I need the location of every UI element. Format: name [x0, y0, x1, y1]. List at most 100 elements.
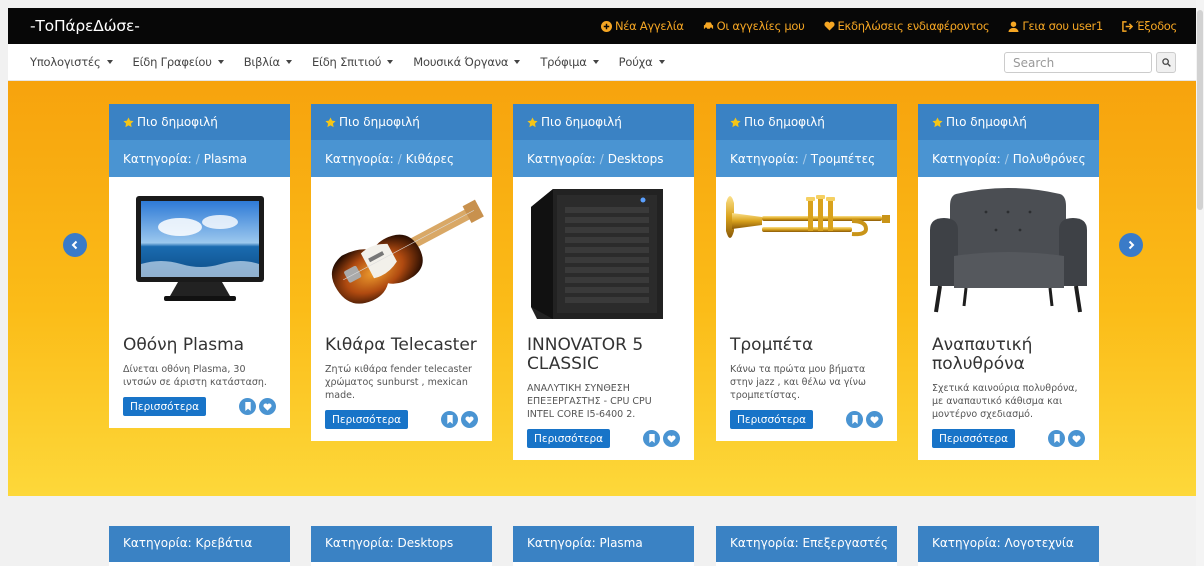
search-button[interactable] [1156, 52, 1176, 73]
category-clothes[interactable]: Ρούχα [619, 55, 665, 69]
caret-down-icon [217, 60, 224, 64]
category-link[interactable]: Desktops [608, 152, 664, 166]
more-button[interactable]: Περισσότερα [123, 397, 207, 416]
product-actions: Περισσότερα [109, 389, 290, 428]
category-computers-label: Υπολογιστές [30, 55, 101, 69]
lower-card-header[interactable]: Κατηγορία: Επεξεργαστές [716, 526, 897, 566]
category-separator: / [1004, 151, 1009, 166]
action-icons [239, 398, 276, 415]
category-header: Κατηγορία: / Τρομπέτες [716, 140, 897, 177]
popular-label: Πιο δημοφιλή [339, 115, 420, 129]
category-link[interactable]: Πολυθρόνες [1013, 152, 1086, 166]
product-title[interactable]: INNOVATOR 5 CLASSIC [513, 322, 694, 374]
bookmark-button[interactable] [239, 398, 256, 415]
star-icon [730, 116, 741, 127]
bookmark-icon [1053, 434, 1060, 443]
category-office-label: Είδη Γραφείου [132, 55, 212, 69]
user-greeting-link[interactable]: Γεια σου user1 [1008, 19, 1103, 33]
product-actions: Περισσότερα [513, 421, 694, 460]
action-icons [1048, 430, 1085, 447]
desktop-tower-image[interactable] [513, 177, 694, 322]
more-button[interactable]: Περισσότερα [527, 429, 611, 448]
caret-down-icon [387, 60, 394, 64]
lower-card-category: Κατηγορία: Desktops [325, 536, 454, 550]
category-food[interactable]: Τρόφιμα [540, 55, 599, 69]
category-home[interactable]: Είδη Σπιτιού [312, 55, 394, 69]
category-link[interactable]: Τρομπέτες [811, 152, 875, 166]
favorite-button[interactable] [663, 430, 680, 447]
caret-down-icon [106, 60, 113, 64]
lower-card-header[interactable]: Κατηγορία: Desktops [311, 526, 492, 566]
category-prefix: Κατηγορία: [730, 151, 799, 166]
bookmark-icon [244, 402, 251, 411]
lower-card-category: Κατηγορία: Κρεβάτια [123, 536, 253, 550]
star-icon [932, 116, 943, 127]
category-separator: / [599, 151, 604, 166]
my-ads-link[interactable]: Οι αγγελίες μου [703, 19, 805, 33]
logout-icon [1122, 20, 1133, 32]
bookmark-button[interactable] [643, 430, 660, 447]
category-link[interactable]: Plasma [204, 152, 247, 166]
star-icon [527, 116, 538, 127]
plasma-tv-image[interactable] [109, 177, 290, 322]
product-card: Πιο δημοφιλή Κατηγορία: / Desktops INNOV… [513, 104, 694, 460]
plus-circle-icon [600, 20, 612, 32]
product-title[interactable]: Οθόνη Plasma [109, 322, 290, 355]
category-clothes-label: Ρούχα [618, 55, 653, 69]
popular-header: Πιο δημοφιλή [109, 104, 290, 140]
heart-icon [1072, 435, 1081, 443]
category-instruments-label: Μουσικά Όργανα [413, 55, 509, 69]
bookmark-button[interactable] [846, 411, 863, 428]
popular-label: Πιο δημοφιλή [744, 115, 825, 129]
action-icons [643, 430, 680, 447]
guitar-image[interactable] [311, 177, 492, 322]
product-description: Ζητώ κιθάρα fender telecaster χρώματος s… [325, 364, 472, 401]
lower-card-header[interactable]: Κατηγορία: Κρεβάτια [109, 526, 290, 566]
product-description: Σχετικά καινούρια πολυθρόνα, με αναπαυτι… [932, 383, 1078, 420]
brand-logo[interactable]: -ΤοΠάρεΔώσε- [8, 17, 140, 35]
category-office[interactable]: Είδη Γραφείου [133, 55, 224, 69]
bookmark-icon [851, 415, 858, 424]
category-separator: / [195, 151, 200, 166]
page-scrollbar[interactable] [1196, 0, 1204, 566]
search-input[interactable] [1004, 52, 1152, 73]
favorite-button[interactable] [461, 411, 478, 428]
product-card: Πιο δημοφιλή Κατηγορία: / Κιθάρες Κιθάρα… [311, 104, 492, 441]
logout-link[interactable]: Έξοδος [1122, 19, 1177, 33]
new-ad-link[interactable]: Νέα Αγγελία [600, 19, 684, 33]
armchair-image[interactable] [918, 177, 1099, 322]
category-computers[interactable]: Υπολογιστές [30, 55, 113, 69]
bookmark-button[interactable] [1048, 430, 1065, 447]
favorite-button[interactable] [866, 411, 883, 428]
category-link[interactable]: Κιθάρες [406, 152, 454, 166]
product-title[interactable]: Αναπαυτική πολυθρόνα [918, 322, 1099, 374]
favorite-button[interactable] [1068, 430, 1085, 447]
heart-icon [667, 435, 676, 443]
lower-card-header[interactable]: Κατηγορία: Λογοτεχνία [918, 526, 1099, 566]
product-title[interactable]: Τρομπέτα [716, 322, 897, 355]
bookmark-button[interactable] [441, 411, 458, 428]
product-description: Δίνεται οθόνη Plasma, 30 ιντσών σε άριστ… [123, 364, 267, 388]
product-title[interactable]: Κιθάρα Telecaster [311, 322, 492, 355]
car-icon [703, 22, 713, 30]
interests-link[interactable]: Εκδηλώσεις ενδιαφέροντος [823, 19, 990, 33]
category-separator: / [397, 151, 402, 166]
category-books[interactable]: Βιβλία [244, 55, 292, 69]
category-instruments[interactable]: Μουσικά Όργανα [413, 55, 521, 69]
lower-card-category: Κατηγορία: Επεξεργαστές [730, 536, 888, 550]
carousel-next-button[interactable] [1119, 233, 1143, 257]
chevron-right-icon [1128, 240, 1135, 250]
more-button[interactable]: Περισσότερα [325, 410, 409, 429]
star-icon [123, 116, 134, 127]
trumpet-image[interactable] [716, 177, 897, 322]
favorite-button[interactable] [259, 398, 276, 415]
popular-label: Πιο δημοφιλή [137, 115, 218, 129]
search-icon [1161, 58, 1171, 67]
carousel-prev-button[interactable] [63, 233, 87, 257]
category-navbar: Υπολογιστές Είδη Γραφείου Βιβλία Είδη Σπ… [8, 44, 1196, 81]
scrollbar-thumb[interactable] [1197, 10, 1203, 210]
category-prefix: Κατηγορία: [932, 151, 1001, 166]
more-button[interactable]: Περισσότερα [730, 410, 814, 429]
lower-card-header[interactable]: Κατηγορία: Plasma [513, 526, 694, 566]
more-button[interactable]: Περισσότερα [932, 429, 1016, 448]
